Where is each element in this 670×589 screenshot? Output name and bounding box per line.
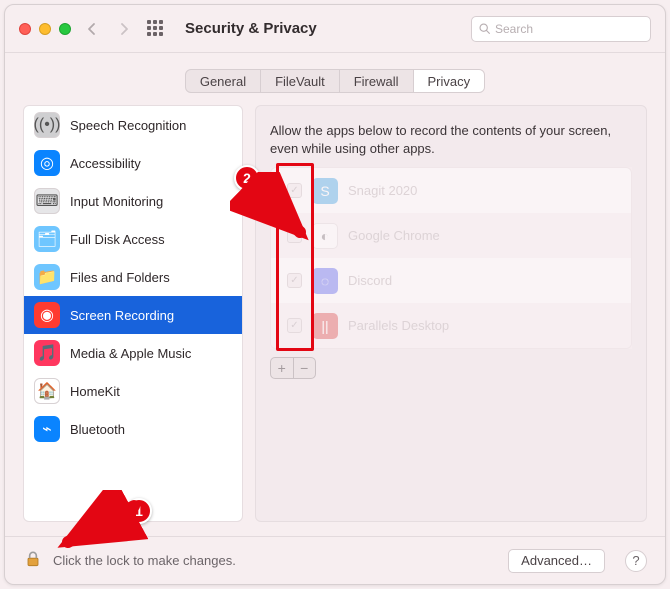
app-icon: ◐ xyxy=(312,223,338,249)
app-row-snagit-2020: ✓ S Snagit 2020 xyxy=(271,168,631,213)
sidebar-item-bluetooth[interactable]: ⌁ Bluetooth xyxy=(24,410,242,448)
tab-general[interactable]: General xyxy=(186,70,261,92)
preferences-window: Security & Privacy Search GeneralFileVau… xyxy=(4,4,666,585)
remove-app-button[interactable]: − xyxy=(294,358,316,378)
app-row-parallels-desktop: ✓ || Parallels Desktop xyxy=(271,303,631,348)
zoom-window-button[interactable] xyxy=(59,23,71,35)
sidebar-item-label: Media & Apple Music xyxy=(70,346,191,361)
panel-description: Allow the apps below to record the conte… xyxy=(270,122,632,157)
back-button[interactable] xyxy=(81,18,103,40)
sidebar-item-label: Input Monitoring xyxy=(70,194,163,209)
tabs-row: GeneralFileVaultFirewallPrivacy xyxy=(5,53,665,105)
sidebar-item-label: Full Disk Access xyxy=(70,232,165,247)
add-remove-control: + − xyxy=(270,357,316,379)
sidebar-item-speech-recognition[interactable]: ((•)) Speech Recognition xyxy=(24,106,242,144)
tab-firewall[interactable]: Firewall xyxy=(340,70,414,92)
sidebar-item-label: Speech Recognition xyxy=(70,118,186,133)
sidebar-item-label: HomeKit xyxy=(70,384,120,399)
privacy-panel: Allow the apps below to record the conte… xyxy=(255,105,647,522)
forward-button[interactable] xyxy=(113,18,135,40)
full-disk-access-icon: 🗂 xyxy=(34,226,60,252)
lock-icon[interactable] xyxy=(23,549,43,572)
search-input[interactable]: Search xyxy=(471,16,651,42)
help-button[interactable]: ? xyxy=(625,550,647,572)
sidebar-item-input-monitoring[interactable]: ⌨︎ Input Monitoring xyxy=(24,182,242,220)
app-icon: S xyxy=(312,178,338,204)
files-and-folders-icon: 📁 xyxy=(34,264,60,290)
sidebar-item-files-and-folders[interactable]: 📁 Files and Folders xyxy=(24,258,242,296)
show-all-button[interactable] xyxy=(145,18,167,40)
sidebar-item-label: Files and Folders xyxy=(70,270,170,285)
sidebar-item-label: Accessibility xyxy=(70,156,141,171)
app-row-discord: ✓ ◌ Discord xyxy=(271,258,631,303)
privacy-sidebar: ((•)) Speech Recognition ◎ Accessibility ⌨︎ I… xyxy=(23,105,243,522)
search-placeholder: Search xyxy=(495,22,533,36)
sidebar-item-full-disk-access[interactable]: 🗂 Full Disk Access xyxy=(24,220,242,258)
homekit-icon: 🏠 xyxy=(34,378,60,404)
app-label: Google Chrome xyxy=(348,228,440,243)
screen-recording-icon: ◉ xyxy=(34,302,60,328)
tab-filevault[interactable]: FileVault xyxy=(261,70,340,92)
input-monitoring-icon: ⌨︎ xyxy=(34,188,60,214)
titlebar: Security & Privacy Search xyxy=(5,5,665,53)
content-area: ((•)) Speech Recognition ◎ Accessibility ⌨︎ I… xyxy=(5,105,665,536)
window-controls xyxy=(19,23,71,35)
window-title: Security & Privacy xyxy=(185,20,317,37)
sidebar-item-accessibility[interactable]: ◎ Accessibility xyxy=(24,144,242,182)
close-window-button[interactable] xyxy=(19,23,31,35)
advanced-button[interactable]: Advanced… xyxy=(508,549,605,573)
app-row-google-chrome: ◐ Google Chrome xyxy=(271,213,631,258)
grid-icon xyxy=(147,20,165,38)
sidebar-item-screen-recording[interactable]: ◉ Screen Recording xyxy=(24,296,242,334)
footer: Click the lock to make changes. Advanced… xyxy=(5,536,665,584)
app-label: Discord xyxy=(348,273,392,288)
search-icon xyxy=(478,22,491,35)
bluetooth-icon: ⌁ xyxy=(34,416,60,442)
minimize-window-button[interactable] xyxy=(39,23,51,35)
media-apple-music-icon: 🎵 xyxy=(34,340,60,366)
tab-privacy[interactable]: Privacy xyxy=(414,70,485,92)
sidebar-item-label: Screen Recording xyxy=(70,308,174,323)
app-label: Parallels Desktop xyxy=(348,318,449,333)
sidebar-item-media-apple-music[interactable]: 🎵 Media & Apple Music xyxy=(24,334,242,372)
accessibility-icon: ◎ xyxy=(34,150,60,176)
app-checkbox[interactable] xyxy=(287,228,302,243)
add-app-button[interactable]: + xyxy=(271,358,294,378)
app-checkbox[interactable]: ✓ xyxy=(287,273,302,288)
app-icon: ◌ xyxy=(312,268,338,294)
app-label: Snagit 2020 xyxy=(348,183,417,198)
lock-text: Click the lock to make changes. xyxy=(53,553,236,568)
speech-recognition-icon: ((•)) xyxy=(34,112,60,138)
app-checkbox[interactable]: ✓ xyxy=(287,183,302,198)
sidebar-item-homekit[interactable]: 🏠 HomeKit xyxy=(24,372,242,410)
app-checkbox[interactable]: ✓ xyxy=(287,318,302,333)
app-icon: || xyxy=(312,313,338,339)
tabs: GeneralFileVaultFirewallPrivacy xyxy=(185,69,485,93)
app-permission-list: ✓ S Snagit 2020 ◐ Google Chrome ✓ ◌ Discord ✓ || P… xyxy=(270,167,632,349)
sidebar-item-label: Bluetooth xyxy=(70,422,125,437)
